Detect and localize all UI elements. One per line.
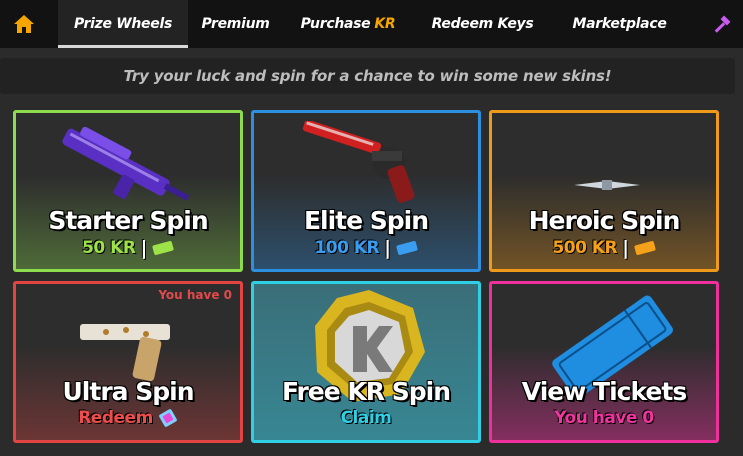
separator: | (140, 237, 147, 259)
card-price-row: 50 KR | (16, 237, 240, 259)
tab-redeem-keys[interactable]: Redeem Keys (420, 0, 545, 48)
tickets-owned-label: You have 0 (554, 408, 654, 428)
tab-premium[interactable]: Premium (188, 0, 283, 48)
tab-prize-wheels[interactable]: Prize Wheels (58, 0, 188, 48)
view-tickets-card[interactable]: View Tickets You have 0 (489, 281, 719, 443)
pistol-skin-image (80, 324, 170, 382)
tab-label: Premium (201, 16, 270, 32)
card-action-row: You have 0 (492, 408, 716, 428)
card-action-row: Redeem (16, 408, 240, 428)
card-title: Free KR Spin (281, 377, 451, 406)
home-icon (14, 15, 34, 33)
card-title: Starter Spin (48, 206, 208, 235)
kr-accent-label: KR (374, 16, 396, 32)
tab-label: Marketplace (572, 16, 667, 32)
top-nav: Prize Wheels Premium Purchase KR Redeem K… (0, 0, 743, 48)
card-action-row: Claim (254, 408, 478, 428)
heroic-spin-card[interactable]: Heroic Spin 500 KR | (489, 110, 719, 272)
tab-purchase-kr[interactable]: Purchase KR (288, 0, 408, 48)
separator: | (622, 237, 629, 259)
ticket-icon (152, 241, 174, 255)
revolver-skin-image (302, 121, 415, 203)
tab-marketplace[interactable]: Marketplace (557, 0, 682, 48)
rifle-skin-image (62, 127, 190, 201)
redeem-label: Redeem (78, 408, 153, 428)
tab-label: Prize Wheels (74, 16, 172, 32)
starter-spin-card[interactable]: Starter Spin 50 KR | (13, 110, 243, 272)
tab-label: Purchase (300, 16, 371, 32)
hammer-button[interactable] (701, 0, 743, 48)
card-price-row: 100 KR | (254, 237, 478, 259)
claim-label: Claim (340, 408, 392, 428)
free-kr-spin-card[interactable]: Free KR Spin Claim (251, 281, 481, 443)
card-title: Elite Spin (303, 206, 429, 235)
tab-label: Redeem Keys (431, 16, 534, 32)
ticket-icon (634, 241, 656, 255)
card-price-row: 500 KR | (492, 237, 716, 259)
ticket-icon (396, 241, 418, 255)
card-title: Ultra Spin (62, 377, 195, 406)
tickets-owned-note: You have 0 (158, 288, 232, 302)
card-title: View Tickets (521, 377, 687, 406)
card-title: Heroic Spin (528, 206, 681, 235)
hammer-icon (714, 15, 731, 33)
separator: | (384, 237, 391, 259)
price-label: 100 KR (314, 238, 380, 258)
elite-spin-card[interactable]: Elite Spin 100 KR | (251, 110, 481, 272)
price-label: 50 KR (82, 238, 136, 258)
price-label: 500 KR (552, 238, 618, 258)
gem-ticket-icon (158, 409, 177, 427)
tagline: Try your luck and spin for a chance to w… (0, 58, 735, 94)
glider-skin-image (574, 180, 640, 190)
home-button[interactable] (0, 0, 48, 48)
ultra-spin-card[interactable]: You have 0 Ultra Spin Redeem (13, 281, 243, 443)
